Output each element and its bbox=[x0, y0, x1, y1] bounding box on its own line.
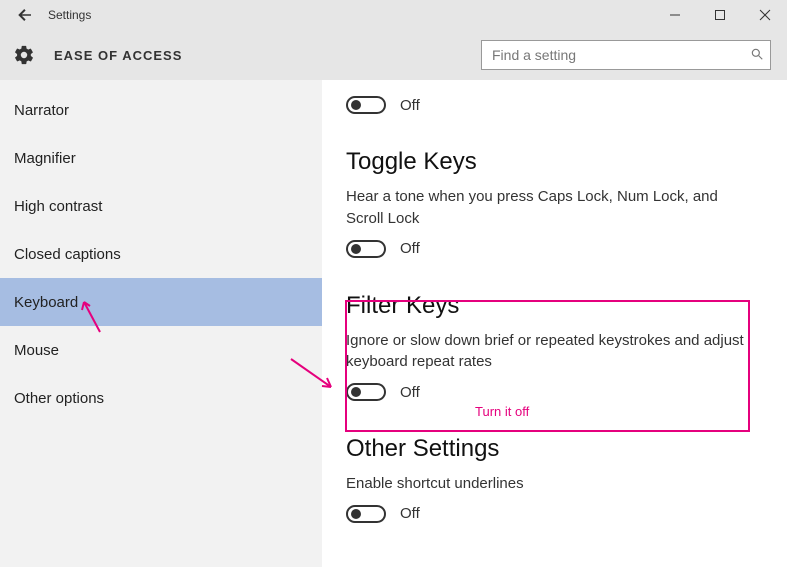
other-settings-description: Enable shortcut underlines bbox=[346, 473, 746, 495]
sidebar: Narrator Magnifier High contrast Closed … bbox=[0, 80, 322, 567]
search-icon bbox=[750, 47, 764, 64]
search-box[interactable] bbox=[481, 40, 771, 70]
sidebar-item-narrator[interactable]: Narrator bbox=[0, 86, 322, 134]
minimize-button[interactable] bbox=[652, 1, 697, 29]
toggle-keys-toggle[interactable] bbox=[346, 240, 386, 258]
header: EASE OF ACCESS bbox=[0, 30, 787, 80]
gear-icon bbox=[12, 43, 36, 67]
maximize-button[interactable] bbox=[697, 1, 742, 29]
filter-keys-heading: Filter Keys bbox=[346, 292, 763, 320]
sidebar-item-label: Keyboard bbox=[14, 294, 78, 311]
sidebar-item-magnifier[interactable]: Magnifier bbox=[0, 134, 322, 182]
search-input[interactable] bbox=[492, 47, 750, 63]
sidebar-item-label: Magnifier bbox=[14, 150, 76, 167]
sidebar-item-other-options[interactable]: Other options bbox=[0, 374, 322, 422]
toggle-state-label: Off bbox=[400, 240, 420, 257]
annotation-text: Turn it off bbox=[475, 404, 529, 419]
sidebar-item-label: Closed captions bbox=[14, 246, 121, 263]
sidebar-item-label: High contrast bbox=[14, 198, 102, 215]
shortcut-underlines-toggle[interactable] bbox=[346, 505, 386, 523]
other-settings-heading: Other Settings bbox=[346, 435, 763, 463]
titlebar: Settings bbox=[0, 0, 787, 30]
content-pane: Off Toggle Keys Hear a tone when you pre… bbox=[322, 80, 787, 567]
sidebar-item-high-contrast[interactable]: High contrast bbox=[0, 182, 322, 230]
toggle-state-label: Off bbox=[400, 505, 420, 522]
category-label: EASE OF ACCESS bbox=[54, 48, 182, 63]
sidebar-item-label: Other options bbox=[14, 390, 104, 407]
sticky-keys-toggle[interactable] bbox=[346, 96, 386, 114]
close-button[interactable] bbox=[742, 1, 787, 29]
sidebar-item-mouse[interactable]: Mouse bbox=[0, 326, 322, 374]
back-button[interactable] bbox=[8, 1, 42, 29]
sidebar-item-label: Narrator bbox=[14, 102, 69, 119]
toggle-state-label: Off bbox=[400, 384, 420, 401]
sidebar-item-keyboard[interactable]: Keyboard bbox=[0, 278, 322, 326]
sidebar-item-label: Mouse bbox=[14, 342, 59, 359]
sidebar-item-closed-captions[interactable]: Closed captions bbox=[0, 230, 322, 278]
toggle-state-label: Off bbox=[400, 97, 420, 114]
toggle-keys-description: Hear a tone when you press Caps Lock, Nu… bbox=[346, 186, 746, 230]
annotation-arrow-icon bbox=[78, 296, 108, 339]
window-title: Settings bbox=[48, 8, 91, 22]
filter-keys-toggle[interactable] bbox=[346, 383, 386, 401]
filter-keys-description: Ignore or slow down brief or repeated ke… bbox=[346, 330, 746, 374]
toggle-keys-heading: Toggle Keys bbox=[346, 148, 763, 176]
annotation-arrow-icon bbox=[287, 355, 337, 398]
